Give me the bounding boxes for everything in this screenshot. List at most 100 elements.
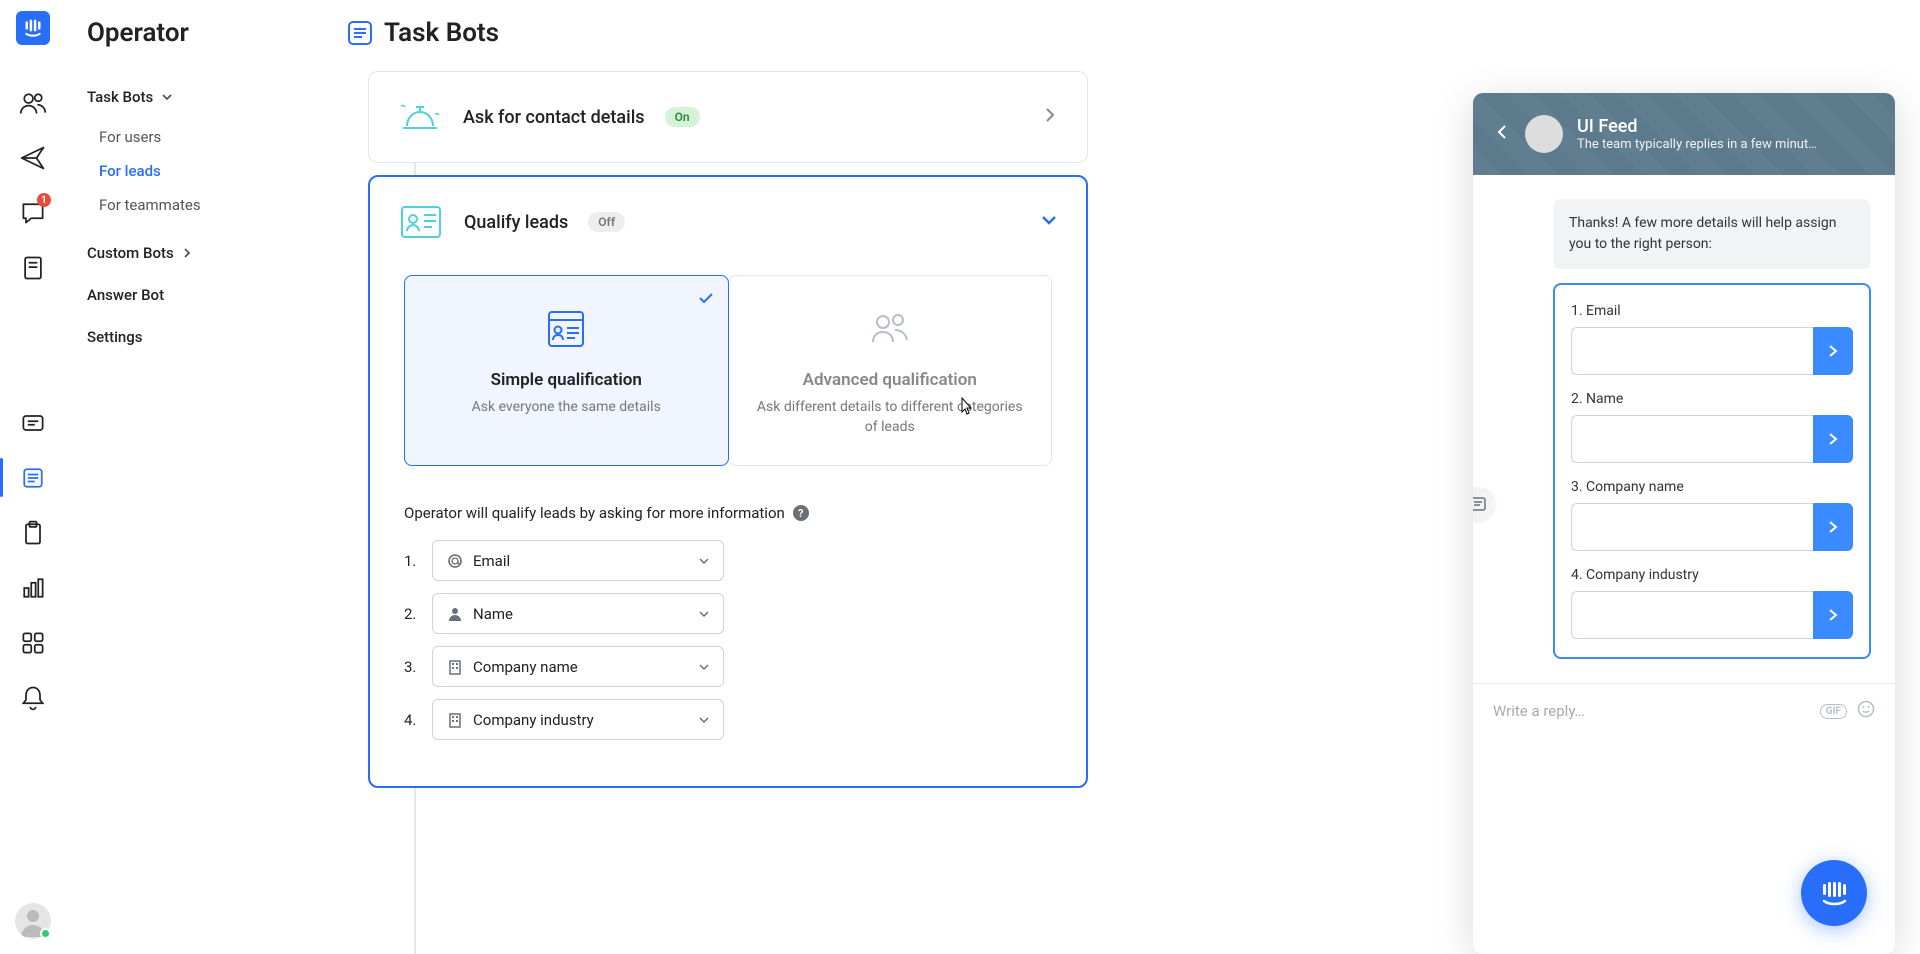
chevron-down-icon (1040, 211, 1058, 229)
field-select-label: Company name (473, 658, 578, 676)
send-icon (19, 144, 47, 172)
field-type-icon (447, 659, 463, 675)
chevron-right-icon (1826, 344, 1840, 358)
option-simple-qualification[interactable]: Simple qualification Ask everyone the sa… (404, 275, 729, 466)
nav-for-teammates[interactable]: For teammates (87, 188, 301, 222)
caret-down-icon (699, 551, 709, 570)
field-select[interactable]: Name (432, 593, 724, 634)
chat-field-email-input[interactable] (1571, 327, 1813, 375)
chat-launcher[interactable] (1801, 860, 1867, 926)
nav-custom-bots[interactable]: Custom Bots (87, 232, 301, 274)
caret-down-icon (699, 657, 709, 676)
selected-check-icon (698, 290, 714, 310)
chat-body: Thanks! A few more details will help ass… (1473, 175, 1895, 683)
card-qualify-leads: Qualify leads Off (368, 175, 1088, 788)
chat-reply-input[interactable]: Write a reply… (1493, 702, 1810, 720)
field-type-icon (447, 606, 463, 622)
main: Task Bots Ask for contact details On (323, 0, 1920, 954)
option-simple-desc: Ask everyone the same details (429, 398, 704, 418)
field-type-icon (447, 553, 463, 569)
chat-field-name-submit[interactable] (1813, 415, 1853, 463)
rail-articles[interactable] (0, 240, 65, 295)
chat-field-company-submit[interactable] (1813, 503, 1853, 551)
card-ask-contact[interactable]: Ask for contact details On (368, 71, 1088, 163)
chat-bot-message: Thanks! A few more details will help ass… (1553, 199, 1871, 269)
option-simple-title: Simple qualification (429, 370, 704, 390)
field-select[interactable]: Company industry (432, 699, 724, 740)
chevron-right-icon (1826, 520, 1840, 534)
emoji-icon (1857, 700, 1875, 718)
nav-for-leads[interactable]: For leads (87, 154, 301, 188)
rail-reports[interactable] (0, 560, 65, 615)
nav-for-users[interactable]: For users (87, 120, 301, 154)
nav-task-bots[interactable]: Task Bots (87, 88, 301, 106)
field-select-label: Name (473, 605, 513, 623)
card-ask-contact-header[interactable]: Ask for contact details On (369, 72, 1087, 162)
task-bots-header-icon (348, 21, 372, 45)
card-qualify-header[interactable]: Qualify leads Off (370, 177, 1086, 267)
option-advanced-qualification[interactable]: Advanced qualification Ask different det… (728, 275, 1053, 466)
bell-icon (19, 684, 47, 712)
chevron-right-icon (1041, 106, 1059, 124)
chat-field-industry-label: 4. Company industry (1571, 567, 1853, 583)
chat-field-company-label: 3. Company name (1571, 479, 1853, 495)
qualify-section-text: Operator will qualify leads by asking fo… (404, 504, 785, 522)
field-select[interactable]: Email (432, 540, 724, 581)
chevron-down-icon (161, 91, 173, 103)
rail-clipboard[interactable] (0, 505, 65, 560)
config-column: Ask for contact details On Qualify leads… (368, 71, 1088, 954)
card-qualify-title: Qualify leads (464, 212, 568, 233)
gif-button[interactable]: GIF (1820, 704, 1847, 719)
rail-messages[interactable] (0, 395, 65, 450)
option-advanced-title: Advanced qualification (753, 370, 1028, 390)
qualification-options: Simple qualification Ask everyone the sa… (404, 275, 1052, 466)
rail-inbox[interactable]: 1 (0, 185, 65, 240)
rail-people[interactable] (0, 75, 65, 130)
people-icon (19, 89, 47, 117)
chat-avatar (1525, 115, 1563, 153)
page-header: Task Bots (323, 0, 1920, 66)
field-type-icon (447, 712, 463, 728)
rail-apps[interactable] (0, 615, 65, 670)
chat-field-name-label: 2. Name (1571, 391, 1853, 407)
rail-send[interactable] (0, 130, 65, 185)
content-area: Ask for contact details On Qualify leads… (323, 66, 1920, 954)
chat-field-email-label: 1. Email (1571, 303, 1853, 319)
nav-answer-bot[interactable]: Answer Bot (87, 274, 301, 316)
help-icon[interactable]: ? (793, 505, 809, 521)
card-contact-badge: On (665, 107, 700, 127)
chat-field-industry-input[interactable] (1571, 591, 1813, 639)
qualify-field-row: 4. Company industry (404, 699, 1052, 740)
field-number: 3. (404, 658, 420, 676)
rail-operator[interactable] (0, 450, 65, 505)
emoji-button[interactable] (1857, 700, 1875, 722)
chat-widget: UI Feed The team typically replies in a … (1473, 93, 1895, 954)
user-avatar[interactable] (15, 903, 51, 939)
qualify-field-row: 2. Name (404, 593, 1052, 634)
inbox-badge: 1 (37, 193, 51, 207)
card-contact-title: Ask for contact details (463, 107, 645, 128)
simple-qual-icon (429, 308, 704, 354)
chat-field-email-submit[interactable] (1813, 327, 1853, 375)
page-icon (19, 254, 47, 282)
operator-icon (19, 464, 47, 492)
page-title: Task Bots (384, 18, 499, 48)
chat-field-company-input[interactable] (1571, 503, 1813, 551)
chat-field-name-input[interactable] (1571, 415, 1813, 463)
rail-notifications[interactable] (0, 670, 65, 725)
list-icon (353, 26, 367, 40)
card-contact-chevron (1041, 106, 1059, 128)
field-number: 1. (404, 552, 420, 570)
chat-back-button[interactable] (1493, 123, 1511, 145)
caret-down-icon (699, 604, 709, 623)
clipboard-icon (19, 519, 47, 547)
field-select[interactable]: Company name (432, 646, 724, 687)
apps-icon (19, 629, 47, 657)
chat-title: UI Feed (1577, 116, 1875, 137)
nav-settings[interactable]: Settings (87, 316, 301, 358)
operator-badge-icon (1473, 495, 1487, 513)
left-rail: 1 (0, 0, 65, 954)
card-qualify-chevron (1040, 211, 1058, 233)
app-logo[interactable] (16, 11, 50, 45)
chat-field-industry-submit[interactable] (1813, 591, 1853, 639)
